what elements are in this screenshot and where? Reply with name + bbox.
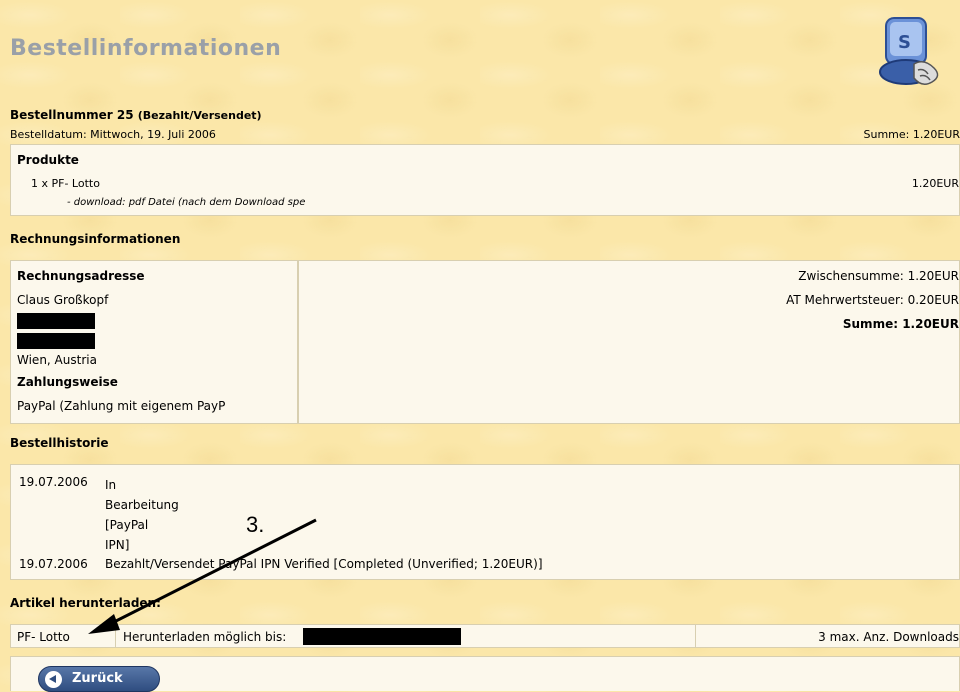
history-section-heading: Bestellhistorie <box>10 436 108 450</box>
download-max: 3 max. Anz. Downloads <box>818 630 959 644</box>
products-heading: Produkte <box>17 153 79 167</box>
payment-method: PayPal (Zahlung mit eigenem PayP <box>17 399 225 413</box>
history-date: 19.07.2006 <box>19 475 88 489</box>
payment-heading: Zahlungsweise <box>17 375 118 389</box>
product-line: 1 x PF- Lotto <box>31 177 100 190</box>
history-date: 19.07.2006 <box>19 557 88 571</box>
billing-total-value: 1.20EUR <box>902 317 959 331</box>
billing-section-heading: Rechnungsinformationen <box>10 232 180 246</box>
order-info-page: Bestellinformationen S Bestellnummer 25 … <box>10 0 960 691</box>
tax: AT Mehrwertsteuer: 0.20EUR <box>786 293 959 307</box>
billing-totals-box: Zwischensumme: 1.20EUR AT Mehrwertsteuer… <box>298 260 960 424</box>
billing-total-label: Summe: <box>843 317 898 331</box>
history-status-line: In <box>105 475 179 495</box>
billing-address-box: Rechnungsadresse Claus Großkopf Wien, Au… <box>10 260 298 424</box>
billing-name: Claus Großkopf <box>17 293 108 307</box>
redacted-street <box>17 313 95 329</box>
back-button[interactable]: Zurück <box>38 666 160 692</box>
order-number-line: Bestellnummer 25 (Bezahlt/Versendet) <box>10 108 960 122</box>
svg-text:S: S <box>898 32 911 53</box>
products-box: Produkte 1 x PF- Lotto 1.20EUR - downloa… <box>10 144 960 216</box>
page-title: Bestellinformationen <box>10 36 281 61</box>
redacted-postcode <box>17 333 95 349</box>
order-number: Bestellnummer 25 <box>10 108 134 122</box>
subtotal: Zwischensumme: 1.20EUR <box>798 269 959 283</box>
order-total: Summe: 1.20EUR <box>864 128 960 141</box>
download-product: PF- Lotto <box>17 630 70 644</box>
product-price: 1.20EUR <box>912 177 959 190</box>
account-logo-icon: S <box>876 14 950 94</box>
billing-address-heading: Rechnungsadresse <box>17 269 145 283</box>
order-date: Bestelldatum: Mittwoch, 19. Juli 2006 <box>10 128 960 141</box>
billing-city: Wien, Austria <box>17 353 97 367</box>
billing-total: Summe: 1.20EUR <box>843 317 959 331</box>
back-arrow-icon <box>45 671 62 688</box>
order-status: (Bezahlt/Versendet) <box>138 109 262 122</box>
product-note: - download: pdf Datei (nach dem Download… <box>67 197 305 208</box>
back-button-label: Zurück <box>72 671 123 686</box>
annotation-arrow-icon <box>80 510 340 640</box>
